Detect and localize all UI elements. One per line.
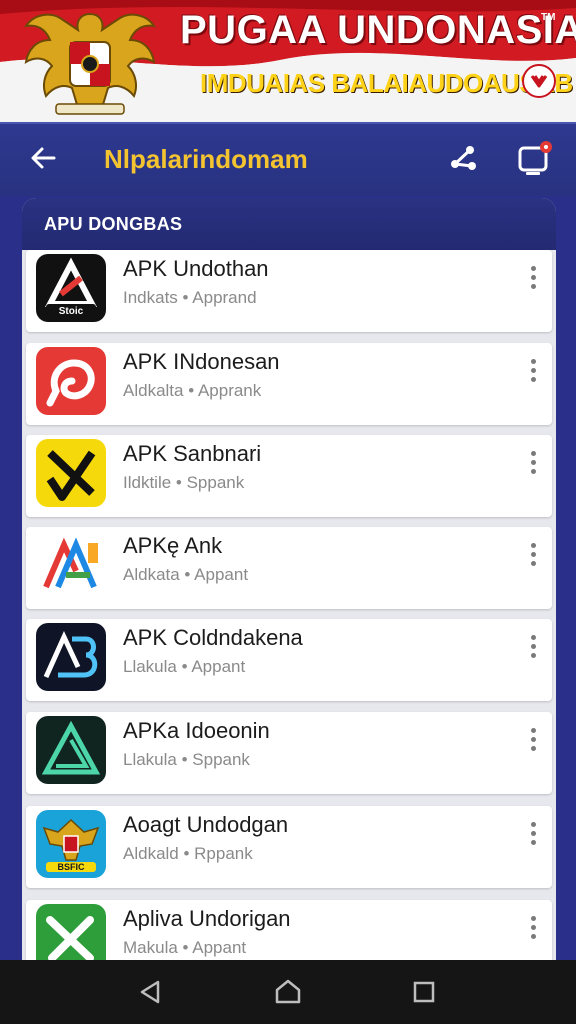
app-name: APKa Idoeonin [123, 718, 270, 743]
app-name: APKę Ank [123, 533, 223, 558]
app-name: APK Undothan [123, 256, 269, 281]
nav-recents-icon[interactable] [406, 974, 442, 1010]
arrow-left-icon[interactable] [28, 142, 60, 174]
list-item[interactable]: APK Coldndakena Llakula • Appant [26, 619, 552, 701]
green-triangle-icon [36, 716, 106, 784]
section-header-label: APU DONGBAS [44, 214, 183, 234]
list-item[interactable]: APK Sanbnari Ildktile • Sppank [26, 435, 552, 517]
more-vert-icon[interactable] [526, 539, 540, 579]
app-name: APK Coldndakena [123, 625, 303, 650]
app-meta: Aldkald • Rppank [123, 844, 253, 863]
app-name: Apliva Undorigan [123, 906, 291, 931]
list-item[interactable]: BSFIC Aoagt Undodgan Aldkald • Rppank [26, 806, 552, 888]
colorful-a-icon [36, 531, 106, 599]
app-meta: Indkats • Apprand [123, 288, 257, 307]
more-vert-icon[interactable] [526, 818, 540, 858]
nav-back-icon[interactable] [132, 974, 168, 1010]
app-meta: Aldkalta • Apprank [123, 381, 262, 400]
svg-text:BSFIC: BSFIC [58, 862, 86, 872]
yellow-x-icon [36, 439, 106, 507]
more-vert-icon[interactable] [526, 447, 540, 487]
more-vert-icon[interactable] [526, 724, 540, 764]
more-vert-icon[interactable] [526, 262, 540, 302]
more-vert-icon[interactable] [526, 631, 540, 671]
more-vert-icon[interactable] [526, 355, 540, 395]
list-item[interactable]: Stoic APK Undothan Indkats • Apprand [26, 250, 552, 332]
a-triangle-black-icon: Stoic [36, 254, 106, 322]
section-header: APU DONGBAS [22, 198, 556, 250]
nav-home-icon[interactable] [270, 974, 306, 1010]
svg-text:Stoic: Stoic [59, 306, 84, 317]
app-name: APK INdonesan [123, 349, 280, 374]
garuda-emblem-icon [23, 12, 157, 115]
red-swirl-icon [36, 347, 106, 415]
list-item[interactable]: APK INdonesan Aldkalta • Apprank [26, 343, 552, 425]
app-meta: Ildktile • Sppank [123, 473, 245, 492]
app-name: APK Sanbnari [123, 441, 262, 466]
list-item[interactable]: APKa Idoeonin Llakula • Sppank [26, 712, 552, 794]
share-icon[interactable] [446, 140, 480, 174]
banner-title: PUGAA UNDONASIA [180, 8, 576, 52]
garuda-icon: BSFIC [36, 810, 106, 878]
list-item[interactable]: APKę Ank Aldkata • Appant [26, 527, 552, 609]
trademark-label: TM [541, 12, 556, 23]
banner-subtitle: IMDUAIAS BALAIAUDOAUSAB [200, 68, 573, 98]
promo-banner[interactable]: PUGAA UNDONASIA TM IMDUAIAS BALAIAUDOAUS… [0, 0, 576, 122]
device-notification-icon[interactable] [514, 138, 554, 178]
more-vert-icon[interactable] [526, 912, 540, 952]
app-meta: Makula • Appant [123, 938, 247, 957]
banner-badge-icon [522, 64, 556, 98]
ab-logo-icon [36, 623, 106, 691]
toolbar-title: Nlpalarindomam [104, 144, 308, 174]
app-name: Aoagt Undodgan [123, 812, 289, 837]
app-meta: Aldkata • Appant [123, 565, 249, 584]
app-meta: Llakula • Sppank [123, 750, 250, 769]
app-meta: Llakula • Appant [123, 657, 246, 676]
